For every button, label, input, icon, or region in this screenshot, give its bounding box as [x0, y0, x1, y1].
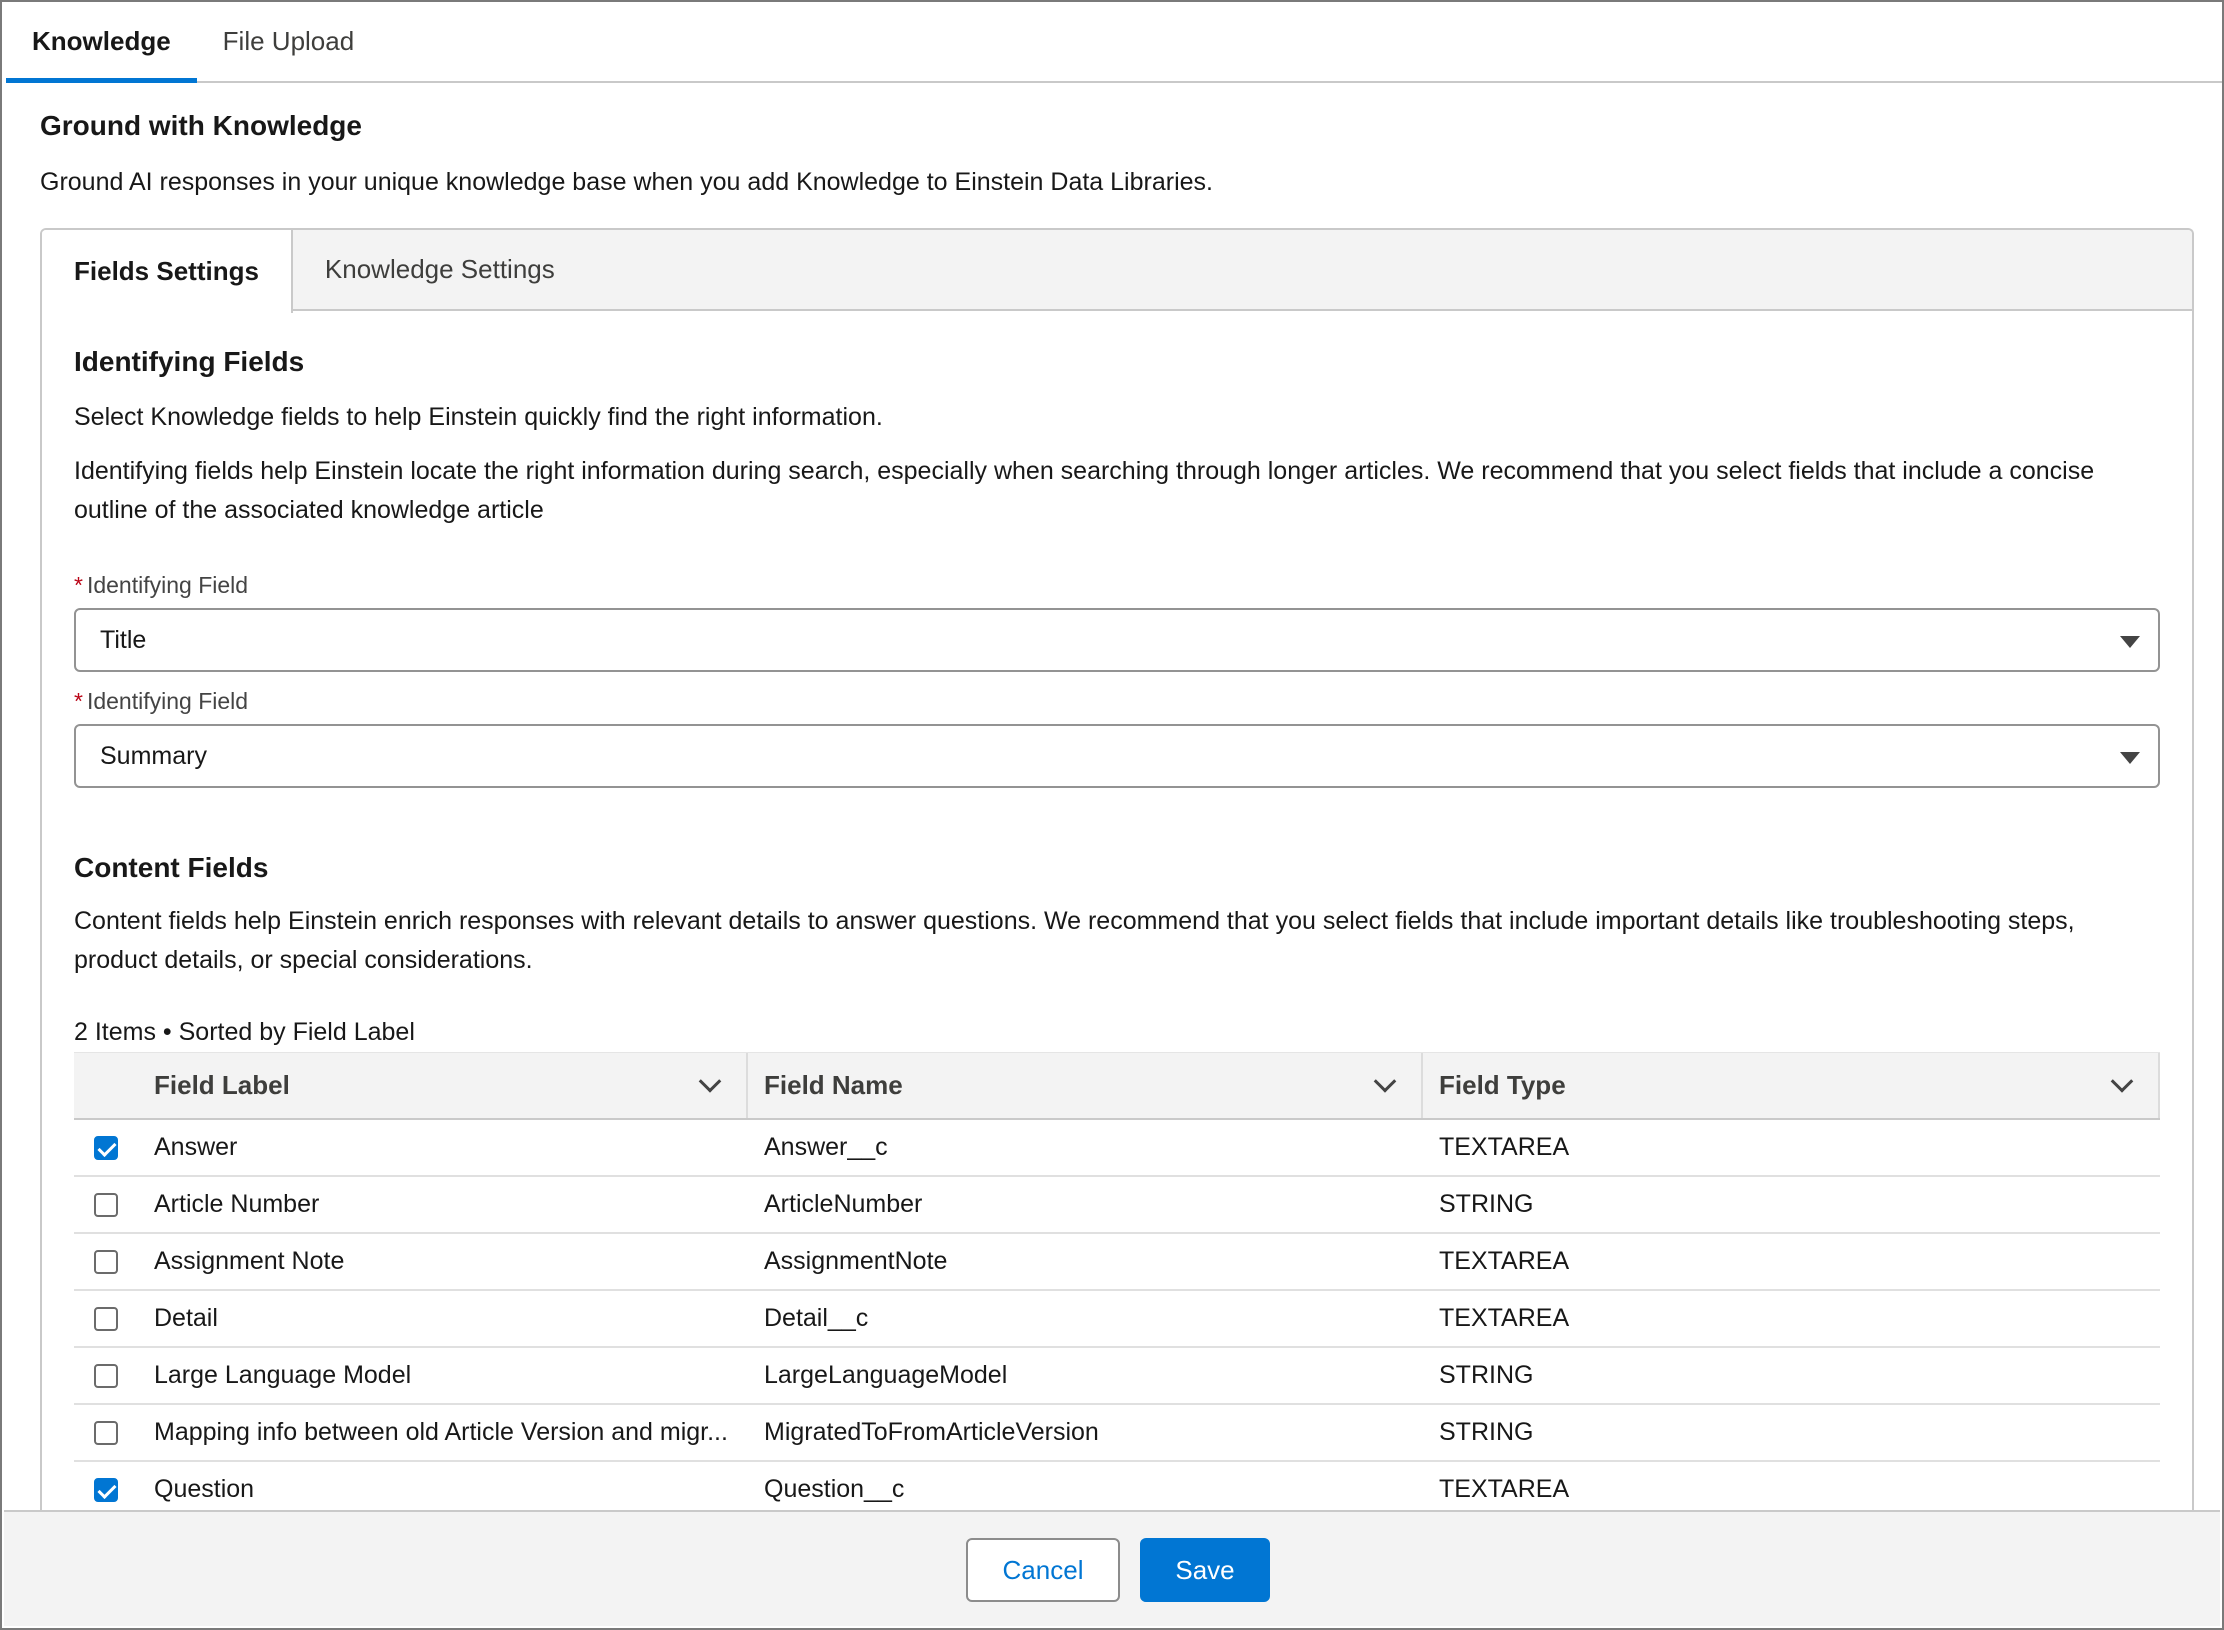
field-name-cell: Detail__c: [764, 1304, 869, 1332]
row-checkbox[interactable]: [94, 1135, 118, 1160]
chevron-down-icon[interactable]: [1373, 1070, 1397, 1093]
content-fields-heading: Content Fields: [74, 852, 269, 883]
table-row[interactable]: Assignment Note AssignmentNote TEXTAREA: [74, 1234, 2160, 1291]
row-select-cell: [74, 1120, 154, 1175]
field-name-cell: MigratedToFromArticleVersion: [764, 1418, 1099, 1446]
required-marker: *: [74, 572, 83, 598]
field-label-cell: Large Language Model: [154, 1361, 412, 1389]
table-row[interactable]: Mapping info between old Article Version…: [74, 1405, 2160, 1462]
row-checkbox[interactable]: [94, 1192, 118, 1217]
identifying-fields-heading: Identifying Fields: [74, 346, 305, 377]
field-type-cell: STRING: [1439, 1190, 1534, 1218]
row-checkbox[interactable]: [94, 1249, 118, 1274]
identifying-fields-detail: Identifying fields help Einstein locate …: [74, 457, 2095, 524]
top-tab-bar: Knowledge File Upload: [6, 2, 2222, 83]
field-type-cell: TEXTAREA: [1439, 1304, 1570, 1332]
row-checkbox[interactable]: [94, 1363, 118, 1388]
field-label-cell: Mapping info between old Article Version…: [154, 1418, 728, 1446]
field-name-cell: Question__c: [764, 1475, 905, 1503]
row-select-cell: [74, 1462, 154, 1517]
field-type-cell: STRING: [1439, 1361, 1534, 1389]
table-body: Answer Answer__c TEXTAREA Article Number Art…: [74, 1120, 2160, 1519]
field-name-cell: AssignmentNote: [764, 1247, 948, 1275]
row-checkbox[interactable]: [94, 1306, 118, 1331]
table-row[interactable]: Answer Answer__c TEXTAREA: [74, 1120, 2160, 1177]
tab-file-upload[interactable]: File Upload: [197, 2, 381, 81]
content-fields-description: Content fields help Einstein enrich resp…: [74, 907, 2075, 974]
select-value: Title: [100, 625, 147, 654]
knowledge-setup-panel: Knowledge File Upload Ground with Knowle…: [0, 0, 2224, 1630]
identifying-fields-intro: Select Knowledge fields to help Einstein…: [74, 403, 883, 431]
tab-fields-settings[interactable]: Fields Settings: [42, 230, 293, 313]
table-row[interactable]: Article Number ArticleNumber STRING: [74, 1177, 2160, 1234]
row-select-cell: [74, 1348, 154, 1403]
field-type-cell: TEXTAREA: [1439, 1475, 1570, 1503]
chevron-down-icon[interactable]: [2110, 1070, 2134, 1093]
row-select-cell: [74, 1234, 154, 1289]
field-type-cell: TEXTAREA: [1439, 1133, 1570, 1161]
field-label-cell: Article Number: [154, 1190, 320, 1218]
column-header-field-name[interactable]: Field Name: [748, 1053, 1423, 1118]
row-select-cell: [74, 1291, 154, 1346]
save-button[interactable]: Save: [1140, 1538, 1270, 1602]
column-header-field-label[interactable]: Field Label: [154, 1053, 748, 1118]
chevron-down-icon[interactable]: [698, 1070, 722, 1093]
identifying-field-label-2: * Identifying Field: [74, 688, 249, 714]
cancel-button[interactable]: Cancel: [966, 1538, 1120, 1602]
field-name-cell: ArticleNumber: [764, 1190, 923, 1218]
footer-bar: Cancel Save: [4, 1510, 2220, 1626]
table-header: Field Label Field Name Field Type: [74, 1052, 2160, 1120]
column-header-field-type[interactable]: Field Type: [1423, 1053, 2160, 1118]
dropdown-arrow-icon: [2120, 636, 2140, 648]
page-title: Ground with Knowledge: [40, 110, 362, 141]
table-row[interactable]: Detail Detail__c TEXTAREA: [74, 1291, 2160, 1348]
dropdown-arrow-icon: [2120, 752, 2140, 764]
content-fields-table: Field Label Field Name Field Type Answer…: [74, 1052, 2160, 1519]
settings-tab-bar: Fields Settings Knowledge Settings: [42, 230, 2192, 313]
table-row[interactable]: Large Language Model LargeLanguageModel ST…: [74, 1348, 2160, 1405]
row-select-cell: [74, 1177, 154, 1232]
tab-knowledge-settings[interactable]: Knowledge Settings: [293, 230, 587, 309]
row-checkbox[interactable]: [94, 1477, 118, 1502]
identifying-field-label-1: * Identifying Field: [74, 572, 249, 598]
table-item-count: 2 Items • Sorted by Field Label: [74, 1018, 415, 1046]
field-name-cell: Answer__c: [764, 1133, 888, 1161]
identifying-field-select-1[interactable]: Title: [74, 608, 2160, 672]
row-checkbox[interactable]: [94, 1420, 118, 1445]
page-description: Ground AI responses in your unique knowl…: [40, 168, 1213, 196]
field-label-cell: Answer: [154, 1133, 238, 1161]
field-label-cell: Detail: [154, 1304, 218, 1332]
required-marker: *: [74, 688, 83, 714]
select-column-header: [74, 1053, 154, 1118]
field-label-cell: Assignment Note: [154, 1247, 345, 1275]
row-select-cell: [74, 1405, 154, 1460]
identifying-field-select-2[interactable]: Summary: [74, 724, 2160, 788]
settings-card: Fields Settings Knowledge Settings Ident…: [40, 228, 2194, 1528]
field-type-cell: STRING: [1439, 1418, 1534, 1446]
field-name-cell: LargeLanguageModel: [764, 1361, 1008, 1389]
field-type-cell: TEXTAREA: [1439, 1247, 1570, 1275]
tab-knowledge[interactable]: Knowledge: [6, 2, 197, 83]
field-label-cell: Question: [154, 1475, 255, 1503]
select-value: Summary: [100, 741, 207, 770]
